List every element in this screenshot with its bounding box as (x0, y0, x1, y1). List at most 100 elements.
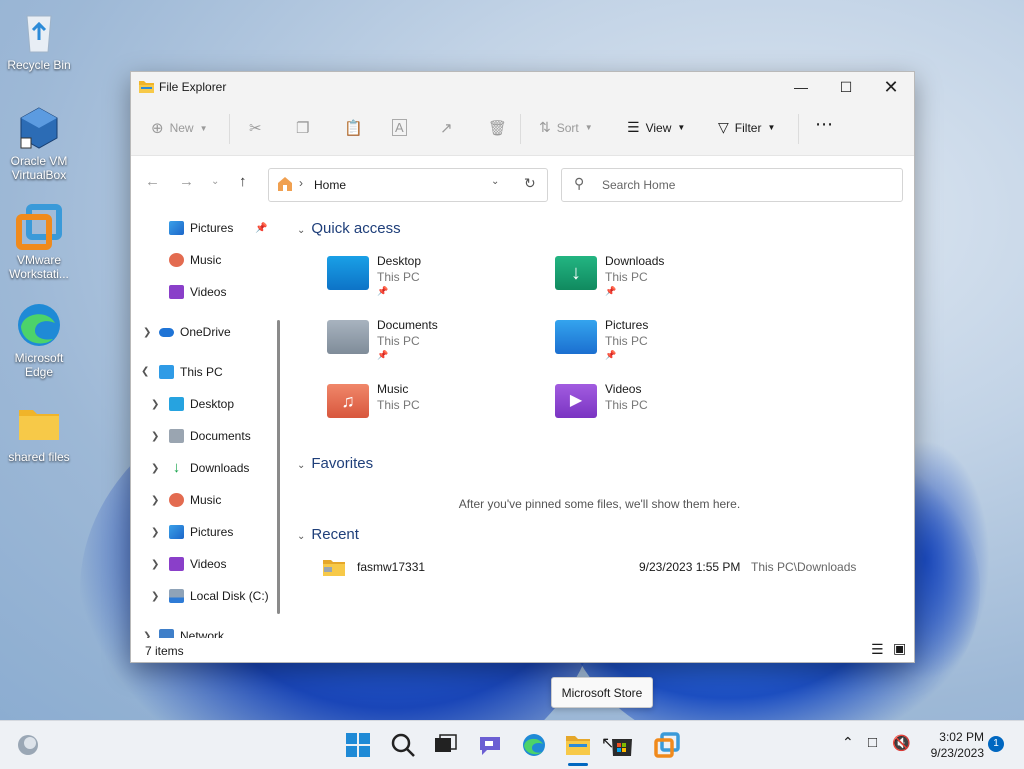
search-taskbar-icon[interactable] (390, 732, 416, 758)
delete-button[interactable]: 🗑 (488, 119, 507, 137)
clock[interactable]: 3:02 PM 9/23/2023 (920, 729, 984, 761)
notification-badge[interactable]: 1 (988, 736, 1004, 752)
recent-file-row[interactable]: fasmw17331 9/23/2023 1:55 PM This PC\Dow… (323, 556, 903, 580)
edge-taskbar-icon[interactable] (521, 732, 547, 758)
chevron-right-icon[interactable]: ❯ (151, 463, 159, 474)
quick-access-header[interactable]: ⌄ Quick access (297, 220, 401, 237)
network-icon (159, 629, 174, 638)
chevron-right-icon[interactable]: ❯ (151, 431, 159, 442)
desktop-icon-recycle-bin[interactable]: Recycle Bin (4, 8, 74, 72)
desktop-icon-virtualbox[interactable]: Oracle VM VirtualBox (4, 104, 74, 182)
new-button[interactable]: ⊕ New ▼ (151, 119, 208, 137)
item-location: This PC (605, 334, 648, 348)
speaker-muted-icon[interactable]: 🔇 (892, 734, 911, 752)
address-dropdown-icon[interactable]: ⌄ (491, 176, 499, 187)
recent-locations-button[interactable]: ⌄ (211, 176, 219, 187)
chevron-right-icon[interactable]: ❯ (143, 327, 151, 338)
file-explorer-icon (139, 80, 154, 96)
chevron-right-icon[interactable]: ❯ (151, 527, 159, 538)
recent-header[interactable]: ⌄ Recent (297, 526, 359, 543)
sidebar-item-music[interactable]: Music (169, 248, 221, 272)
sidebar-item-music-pc[interactable]: Music (169, 488, 221, 512)
cut-button[interactable]: ✂ (249, 119, 262, 137)
close-button[interactable]: ✕ (868, 72, 914, 102)
file-explorer-taskbar-icon[interactable] (565, 732, 591, 758)
drive-icon (169, 589, 184, 603)
address-bar[interactable]: › Home ⌄ ↻ (268, 168, 548, 202)
chevron-down-icon: ▼ (199, 123, 208, 133)
paste-button[interactable]: 📋 (344, 119, 363, 137)
rename-button[interactable]: A (392, 119, 407, 136)
search-placeholder: Search Home (602, 178, 676, 192)
sidebar-item-label: Pictures (190, 221, 234, 235)
desktop-icon-shared-files[interactable]: shared files (4, 400, 74, 464)
quick-access-item-desktop[interactable]: Desktop This PC 📌 (327, 250, 527, 302)
sidebar-item-pictures-pc[interactable]: Pictures (169, 520, 233, 544)
up-button[interactable]: ↑ (239, 173, 247, 190)
sidebar-item-local-disk[interactable]: Local Disk (C:) (169, 584, 269, 608)
chevron-right-icon[interactable]: ❯ (151, 399, 159, 410)
sidebar-item-this-pc[interactable]: This PC (159, 360, 223, 384)
quick-access-item-downloads[interactable]: ↓ Downloads This PC 📌 (555, 250, 755, 302)
sidebar-item-documents[interactable]: Documents (169, 424, 251, 448)
sidebar-item-downloads[interactable]: ↓ Downloads (169, 456, 250, 480)
chevron-right-icon[interactable]: ❯ (151, 559, 159, 570)
toolbar-separator (520, 114, 521, 144)
sidebar-item-videos-pc[interactable]: Videos (169, 552, 226, 576)
sidebar-item-onedrive[interactable]: OneDrive (159, 320, 231, 344)
search-icon: ⚲ (574, 175, 585, 191)
view-button[interactable]: ☰ View ▼ (627, 119, 685, 136)
chevron-right-icon[interactable]: ❯ (143, 631, 151, 638)
back-button[interactable]: ← (145, 173, 160, 190)
task-view-icon[interactable] (432, 732, 458, 758)
item-location: This PC (377, 270, 420, 284)
filter-button[interactable]: ▽ Filter ▼ (718, 119, 775, 136)
refresh-icon[interactable]: ↻ (524, 175, 536, 192)
desktop-icon-edge[interactable]: Microsoft Edge (4, 301, 74, 379)
network-status-icon[interactable]: □ (868, 734, 877, 751)
weather-icon[interactable] (16, 733, 42, 759)
pin-icon: 📌 (255, 222, 268, 234)
chat-icon[interactable] (477, 732, 503, 758)
quick-access-item-pictures[interactable]: Pictures This PC 📌 (555, 314, 755, 366)
show-hidden-icons-icon[interactable]: ⌃ (842, 734, 854, 751)
search-box[interactable]: ⚲ Search Home (561, 168, 903, 202)
address-row: ← → ⌄ ↑ › Home ⌄ ↻ ⚲ Search Home (131, 156, 914, 210)
chevron-down-icon: ⌄ (297, 531, 306, 542)
monitor-icon (159, 365, 174, 379)
sidebar-item-pictures[interactable]: Pictures 📌 (169, 216, 267, 240)
quick-access-item-music[interactable]: ♫ Music This PC (327, 378, 527, 430)
desktop-icon-vmware[interactable]: VMware Workstati... (4, 203, 74, 281)
sidebar-item-network[interactable]: Network (159, 624, 224, 638)
tiles-view-icon[interactable]: ▣ (893, 640, 906, 657)
start-button[interactable] (345, 732, 371, 758)
chevron-right-icon[interactable]: ❯ (151, 495, 159, 506)
section-title: Recent (311, 526, 359, 543)
active-app-indicator (568, 763, 588, 766)
chevron-down-icon[interactable]: ❮ (141, 366, 149, 377)
file-name: fasmw17331 (357, 560, 426, 574)
new-label: New (169, 121, 194, 135)
favorites-header[interactable]: ⌄ Favorites (297, 455, 373, 472)
copy-button[interactable]: ❐ (296, 119, 309, 137)
chevron-down-icon: ▼ (584, 123, 593, 132)
title-bar[interactable]: File Explorer — ☐ ✕ (131, 72, 914, 102)
sidebar-item-videos[interactable]: Videos (169, 280, 226, 304)
details-view-icon[interactable]: ☰ (871, 641, 884, 658)
sidebar-scrollbar[interactable] (277, 320, 280, 614)
vmware-taskbar-icon[interactable] (654, 732, 680, 758)
sidebar-item-desktop[interactable]: Desktop (169, 392, 234, 416)
chevron-right-icon[interactable]: ❯ (151, 591, 159, 602)
sidebar-item-label: Downloads (190, 461, 250, 475)
copy-icon: ❐ (296, 120, 310, 137)
maximize-button[interactable]: ☐ (823, 72, 869, 102)
pictures-icon (169, 525, 184, 539)
quick-access-item-documents[interactable]: Documents This PC 📌 (327, 314, 527, 366)
sort-button[interactable]: ⇅ Sort ▼ (539, 119, 593, 136)
quick-access-item-videos[interactable]: ▶ Videos This PC (555, 378, 755, 430)
minimize-button[interactable]: — (778, 72, 824, 102)
share-button[interactable]: ↗ (440, 119, 453, 137)
more-options-button[interactable]: ⋯ (815, 114, 833, 135)
chevron-down-icon: ▼ (767, 123, 776, 132)
forward-button[interactable]: → (179, 173, 194, 190)
